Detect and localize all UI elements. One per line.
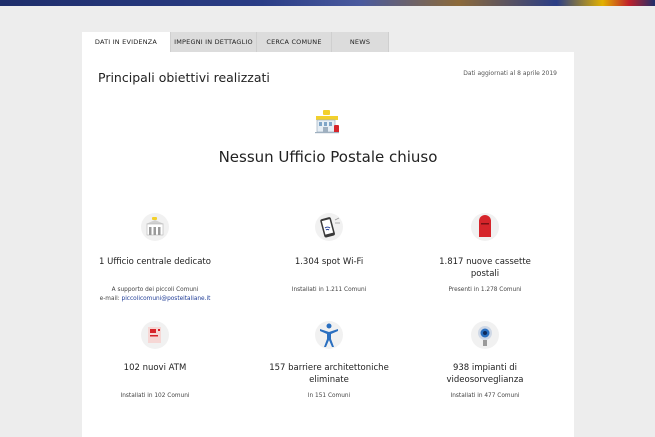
tab-news[interactable]: NEWS	[332, 32, 389, 52]
stat-sub-text: Installati in 477 Comuni	[450, 393, 520, 399]
stat-label-line2: eliminate	[309, 375, 349, 385]
stat-email-line: e-mail: piccolicomuni@posteitaliane.it	[85, 295, 225, 304]
stat-cassette: 1.817 nuove cassette postali Presenti in…	[415, 212, 555, 312]
card-title: Principali obiettivi realizzati	[98, 70, 270, 85]
tab-cerca-comune[interactable]: CERCA COMUNE	[257, 32, 332, 52]
stat-sub-text: Installati in 102 Comuni	[120, 393, 190, 399]
stat-label-line1: 157 barriere architettoniche	[269, 363, 389, 373]
stat-ufficio-centrale: 1 Ufficio centrale dedicato A supporto d…	[85, 212, 225, 312]
post-office-icon	[315, 110, 339, 134]
content-card: Principali obiettivi realizzati Dati agg…	[82, 52, 574, 437]
stat-barriere: 157 barriere architettoniche eliminate I…	[259, 320, 399, 420]
email-link[interactable]: piccolicomuni@posteitaliane.it	[122, 296, 211, 302]
stat-sub-text: Presenti in 1.278 Comuni	[448, 287, 522, 293]
stat-label-line2: postali	[470, 269, 500, 279]
tab-dati-in-evidenza[interactable]: DATI IN EVIDENZA	[82, 32, 171, 52]
mailbox-icon	[471, 213, 499, 241]
security-camera-icon	[471, 321, 499, 349]
stat-label: 102 nuovi ATM	[123, 363, 187, 373]
stat-label-line2: videosorveglianza	[446, 375, 524, 385]
accessibility-person-icon	[315, 321, 343, 349]
tab-bar: DATI IN EVIDENZA IMPEGNI IN DETTAGLIO CE…	[82, 32, 389, 52]
email-prefix: e-mail:	[99, 296, 122, 302]
stat-videosorveglianza: 938 impianti di videosorveglianza Instal…	[415, 320, 555, 420]
stat-sub-text: Installati in 1.211 Comuni	[291, 287, 367, 293]
stat-label-line1: 1.817 nuove cassette	[439, 257, 531, 267]
top-banner	[0, 0, 655, 6]
stat-label-line1: 938 impianti di	[452, 363, 518, 373]
post-office-building-icon	[141, 213, 169, 241]
tab-impegni-in-dettaglio[interactable]: IMPEGNI IN DETTAGLIO	[171, 32, 257, 52]
atm-icon	[141, 321, 169, 349]
stat-label: 1 Ufficio centrale dedicato	[99, 257, 211, 267]
smartphone-wifi-icon	[315, 213, 343, 241]
hero-text: Nessun Ufficio Postale chiuso	[218, 148, 438, 166]
last-updated-text: Dati aggiornati al 8 aprile 2019	[463, 70, 557, 77]
stat-wifi: 1.304 spot Wi-Fi Installati in 1.211 Com…	[259, 212, 399, 312]
stat-sub-text: A supporto dei piccoli Comuni	[111, 287, 199, 293]
stat-sub-text: In 151 Comuni	[307, 393, 351, 399]
stat-atm: 102 nuovi ATM Installati in 102 Comuni	[85, 320, 225, 420]
stat-label: 1.304 spot Wi-Fi	[294, 257, 364, 267]
